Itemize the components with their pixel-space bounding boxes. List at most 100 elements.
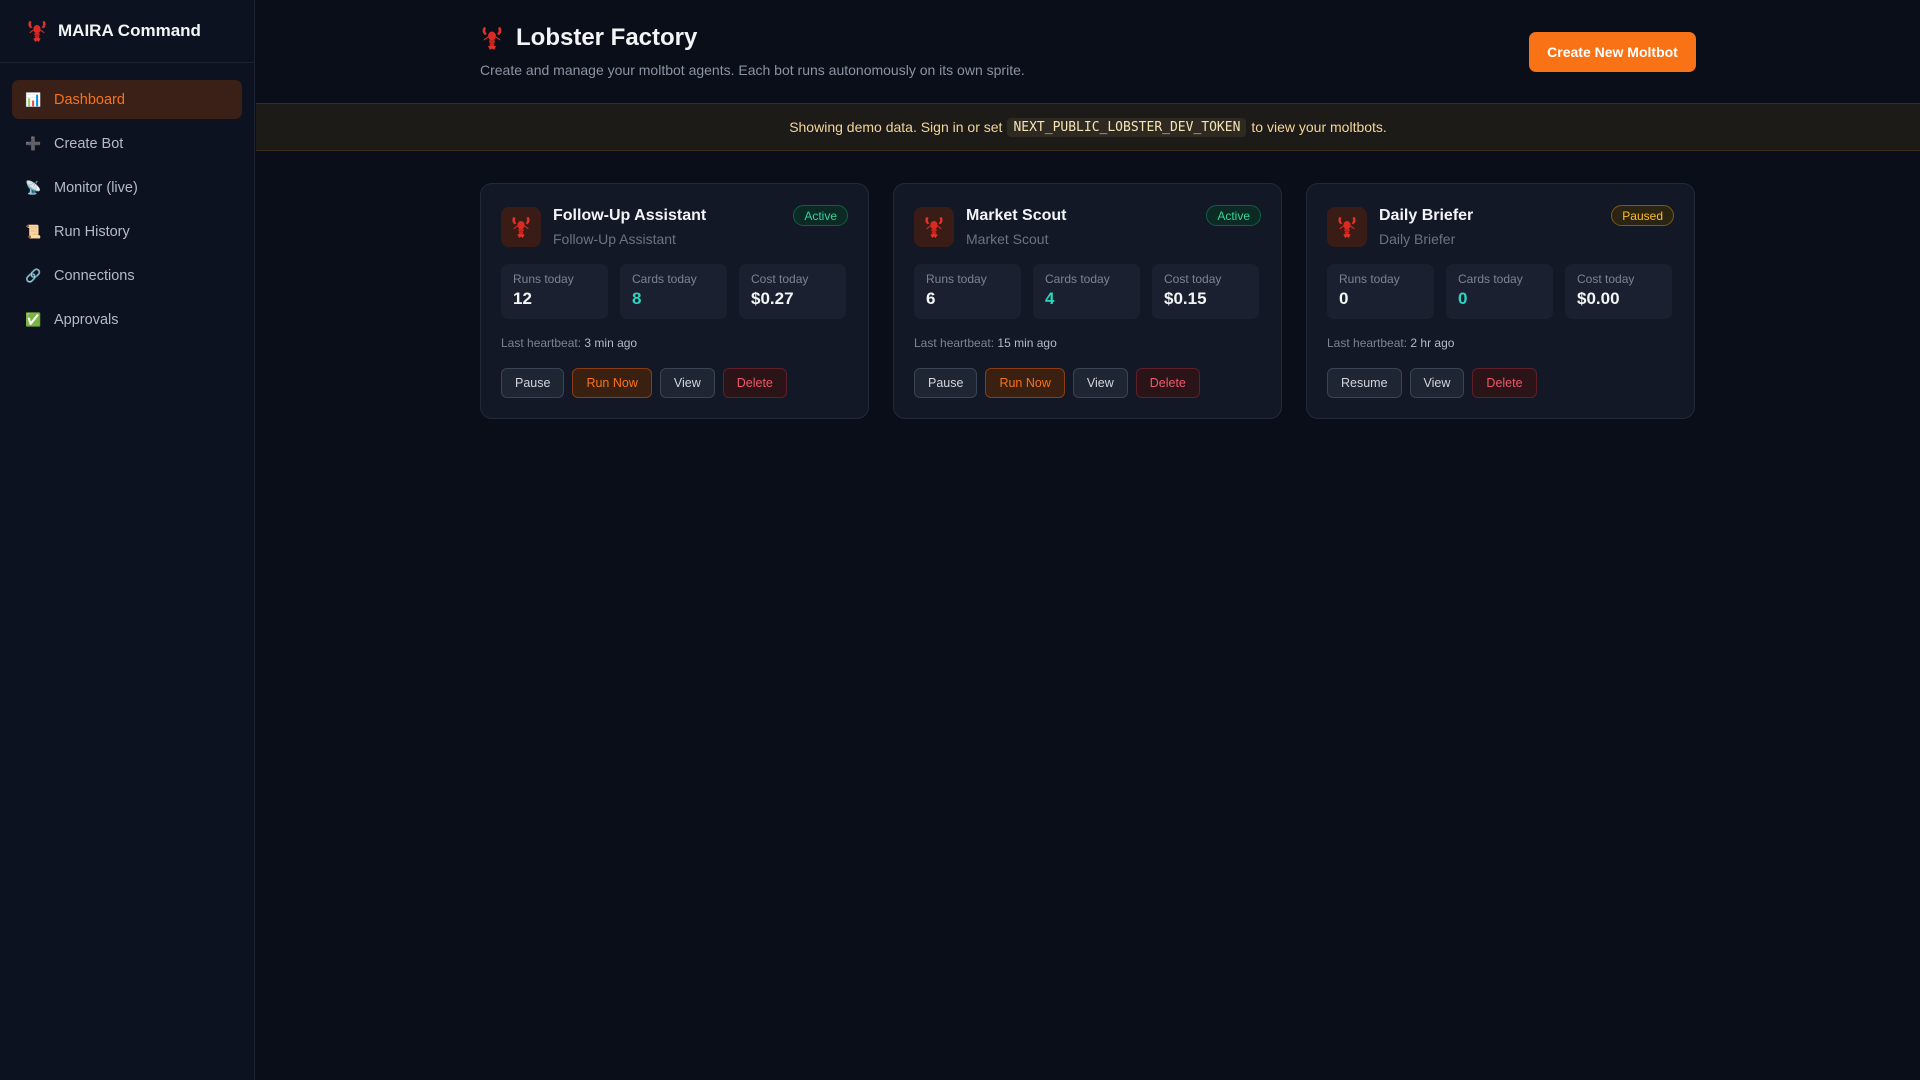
lobster-icon: [1336, 215, 1358, 239]
scroll-icon: 📜: [25, 223, 42, 239]
stat-label: Cards today: [1458, 272, 1523, 286]
stat-value: 6: [926, 289, 936, 308]
sidebar-item-dashboard[interactable]: 📊 Dashboard: [12, 80, 242, 119]
pause-button[interactable]: Pause: [914, 368, 978, 398]
banner-text-after: to view your moltbots.: [1251, 119, 1387, 135]
stat-label: Cost today: [1577, 272, 1635, 286]
bot-card: Market Scout Market Scout Active Runs to…: [893, 183, 1282, 419]
plus-icon: ➕: [25, 135, 42, 151]
lobster-icon: [480, 24, 504, 52]
brand[interactable]: MAIRA Command: [0, 0, 254, 63]
page-title: Lobster Factory: [516, 24, 698, 51]
cards-today-stat: Cards today 4: [1033, 264, 1140, 319]
heartbeat-label: Last heartbeat:: [1327, 336, 1408, 350]
bot-actions: Pause Run Now View Delete: [914, 368, 1200, 398]
bot-subtitle: Follow-Up Assistant: [553, 231, 676, 247]
run-now-button[interactable]: Run Now: [985, 368, 1065, 398]
sidebar-item-label: Run History: [54, 223, 130, 240]
bot-card: Follow-Up Assistant Follow-Up Assistant …: [480, 183, 869, 419]
stat-value: 8: [632, 289, 642, 308]
stat-value: $0.27: [751, 289, 794, 308]
stat-value: 4: [1045, 289, 1055, 308]
last-heartbeat: Last heartbeat: 15 min ago: [914, 336, 1057, 350]
bot-avatar: [501, 207, 541, 247]
bot-cards: Follow-Up Assistant Follow-Up Assistant …: [480, 183, 1695, 419]
bot-name: Market Scout: [966, 207, 1067, 224]
title-row: Lobster Factory: [480, 24, 697, 52]
view-button[interactable]: View: [659, 368, 715, 398]
sidebar-item-create-bot[interactable]: ➕ Create Bot: [12, 124, 242, 163]
heartbeat-label: Last heartbeat:: [501, 336, 582, 350]
cost-today-stat: Cost today $0.27: [739, 264, 846, 319]
heartbeat-label: Last heartbeat:: [914, 336, 995, 350]
runs-today-stat: Runs today 0: [1327, 264, 1434, 319]
sidebar-item-approvals[interactable]: ✅ Approvals: [12, 300, 242, 339]
bot-name: Daily Briefer: [1379, 207, 1474, 224]
lobster-icon: [510, 215, 532, 239]
pause-button[interactable]: Pause: [501, 368, 565, 398]
banner-text-before: Showing demo data. Sign in or set: [789, 119, 1003, 135]
runs-today-stat: Runs today 6: [914, 264, 1021, 319]
status-badge: Active: [793, 205, 848, 226]
status-badge: Paused: [1611, 205, 1674, 226]
bot-subtitle: Daily Briefer: [1379, 231, 1456, 247]
create-new-moltbot-button[interactable]: Create New Moltbot: [1529, 32, 1696, 72]
stat-label: Runs today: [513, 272, 574, 286]
cost-today-stat: Cost today $0.15: [1152, 264, 1259, 319]
stat-value: $0.00: [1577, 289, 1620, 308]
bot-avatar: [914, 207, 954, 247]
status-badge: Active: [1206, 205, 1261, 226]
stat-value: 0: [1339, 289, 1349, 308]
link-icon: 🔗: [25, 267, 42, 283]
check-box-icon: ✅: [25, 311, 42, 327]
sidebar-item-label: Connections: [54, 267, 135, 284]
bar-chart-icon: 📊: [25, 91, 42, 107]
last-heartbeat: Last heartbeat: 2 hr ago: [1327, 336, 1454, 350]
stat-label: Cost today: [751, 272, 809, 286]
last-heartbeat: Last heartbeat: 3 min ago: [501, 336, 637, 350]
heartbeat-value: 2 hr ago: [1410, 336, 1455, 350]
bot-name: Follow-Up Assistant: [553, 207, 707, 224]
sidebar-item-label: Dashboard: [54, 91, 125, 108]
sidebar-item-run-history[interactable]: 📜 Run History: [12, 212, 242, 251]
view-button[interactable]: View: [1409, 368, 1465, 398]
sidebar-nav: 📊 Dashboard ➕ Create Bot 📡 Monitor (live) 📜…: [0, 63, 254, 361]
sidebar-item-connections[interactable]: 🔗 Connections: [12, 256, 242, 295]
banner-token-code: NEXT_PUBLIC_LOBSTER_DEV_TOKEN: [1007, 117, 1247, 137]
delete-button[interactable]: Delete: [1135, 368, 1200, 398]
stat-label: Runs today: [926, 272, 987, 286]
bot-subtitle: Market Scout: [966, 231, 1049, 247]
delete-button[interactable]: Delete: [1472, 368, 1537, 398]
stat-value: 0: [1458, 289, 1468, 308]
stat-label: Cards today: [632, 272, 697, 286]
heartbeat-value: 15 min ago: [997, 336, 1057, 350]
sidebar-item-label: Approvals: [54, 311, 119, 328]
bot-stats: Runs today 12 Cards today 8 Cost today $…: [501, 264, 846, 319]
bot-actions: Resume View Delete: [1327, 368, 1537, 398]
stat-value: $0.15: [1164, 289, 1207, 308]
stat-label: Runs today: [1339, 272, 1400, 286]
resume-button[interactable]: Resume: [1327, 368, 1402, 398]
demo-data-banner: Showing demo data. Sign in or set NEXT_P…: [256, 103, 1920, 151]
view-button[interactable]: View: [1072, 368, 1128, 398]
stat-label: Cost today: [1164, 272, 1222, 286]
run-now-button[interactable]: Run Now: [572, 368, 652, 398]
sidebar: MAIRA Command 📊 Dashboard ➕ Create Bot 📡 M…: [0, 0, 255, 1080]
cards-today-stat: Cards today 0: [1446, 264, 1553, 319]
page-header: Lobster Factory Create and manage your m…: [256, 0, 1920, 103]
cards-today-stat: Cards today 8: [620, 264, 727, 319]
sidebar-item-label: Monitor (live): [54, 179, 138, 196]
lobster-icon: [923, 215, 945, 239]
satellite-icon: 📡: [25, 179, 42, 195]
bot-stats: Runs today 0 Cards today 0 Cost today $0…: [1327, 264, 1672, 319]
sidebar-item-monitor-live[interactable]: 📡 Monitor (live): [12, 168, 242, 207]
delete-button[interactable]: Delete: [722, 368, 787, 398]
stat-value: 12: [513, 289, 532, 308]
stat-label: Cards today: [1045, 272, 1110, 286]
heartbeat-value: 3 min ago: [584, 336, 638, 350]
runs-today-stat: Runs today 12: [501, 264, 608, 319]
lobster-icon: [26, 19, 48, 43]
cost-today-stat: Cost today $0.00: [1565, 264, 1672, 319]
sidebar-item-label: Create Bot: [54, 135, 124, 152]
bot-stats: Runs today 6 Cards today 4 Cost today $0…: [914, 264, 1259, 319]
